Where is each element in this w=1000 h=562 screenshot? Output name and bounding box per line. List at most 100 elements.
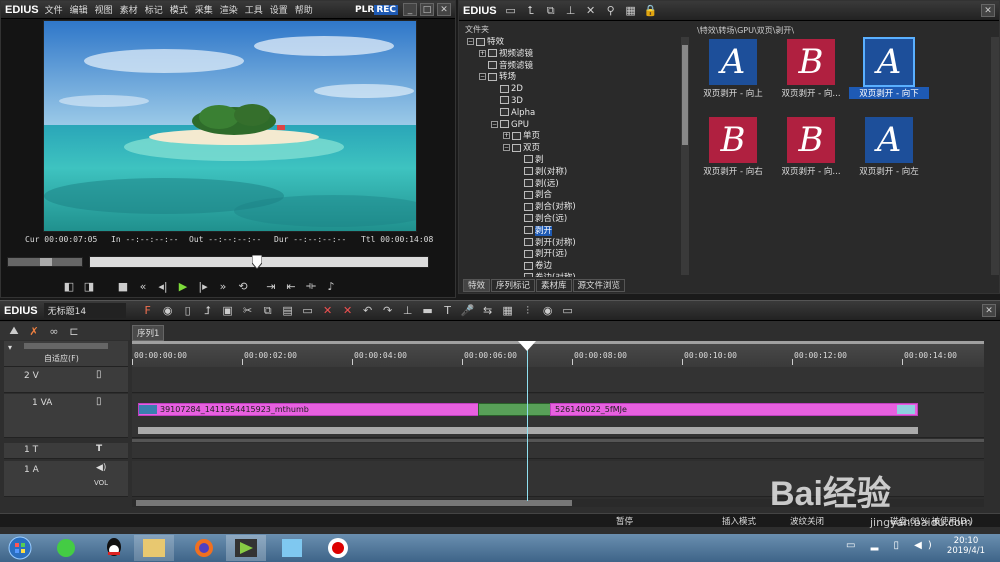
firefox-icon[interactable] (184, 535, 224, 561)
tree-item[interactable]: Alpha (465, 108, 687, 120)
tree-item[interactable]: 3D (465, 96, 687, 108)
effects-tab[interactable]: 序列标记 (491, 279, 536, 292)
tree-item[interactable]: − 转场 (465, 72, 687, 84)
view-icon[interactable]: ▦ (623, 4, 639, 18)
minimize-button[interactable]: _ (403, 3, 417, 16)
split-icon[interactable]: ⊥ (400, 304, 416, 318)
render-icon[interactable]: ◉ (540, 304, 556, 318)
effect-label[interactable]: 双页剥开 - 向... (771, 87, 851, 99)
tray-icons[interactable]: ▭ ▂ ▯ ◀) (846, 540, 938, 551)
expand-icon[interactable]: + (503, 132, 510, 140)
effect-label[interactable]: 双页剥开 - 向左 (849, 165, 929, 177)
explorer-icon[interactable] (134, 535, 174, 561)
track-v2[interactable] (132, 367, 984, 393)
shuttle-slider[interactable] (7, 257, 83, 267)
effect-thumbnail[interactable]: B (787, 117, 835, 163)
tree-item[interactable]: 剥(对称) (465, 167, 687, 179)
playhead[interactable] (527, 341, 528, 501)
effect-thumbnail[interactable]: A (709, 39, 757, 85)
track-t1[interactable] (132, 443, 984, 459)
rec-label[interactable]: REC (374, 4, 398, 15)
tree-item[interactable]: + 视频滤镜 (465, 49, 687, 61)
effects-close-button[interactable]: ✕ (981, 4, 995, 17)
effect-label[interactable]: 双页剥开 - 向... (771, 165, 851, 177)
tree-item[interactable]: 音频滤镜 (465, 61, 687, 73)
expand-icon[interactable]: − (491, 120, 498, 128)
open-icon[interactable]: ⮥ (200, 304, 216, 318)
effect-label[interactable]: 双页剥开 - 向上 (693, 87, 773, 99)
auto-mode[interactable]: 自适应(F) (44, 353, 79, 364)
app-360-icon[interactable] (46, 535, 86, 561)
track-head-va1[interactable]: 1 VA ▯ (4, 394, 128, 438)
tree-item[interactable]: − 双页 (465, 143, 687, 155)
delete-icon[interactable]: ✕ (583, 4, 599, 18)
tree-item[interactable]: 剥合(远) (465, 214, 687, 226)
transition[interactable] (478, 403, 552, 416)
tree-item[interactable]: 剥合 (465, 190, 687, 202)
start-button[interactable] (0, 535, 40, 561)
snap-icon[interactable]: ⊏ (66, 324, 82, 338)
effect-label[interactable]: 双页剥开 - 向下 (849, 87, 929, 99)
ripple-icon[interactable]: ⛰ (6, 324, 22, 338)
delete-clip-icon[interactable]: ✕ (320, 304, 336, 318)
sequence-tab[interactable]: 序列1 (132, 325, 165, 341)
scrub-handle[interactable] (251, 254, 263, 270)
lock-icon[interactable]: 🔒 (643, 4, 659, 18)
zoom-slider[interactable] (24, 343, 108, 349)
expand-icon[interactable]: − (479, 73, 486, 81)
multicam-icon[interactable]: ▦ (500, 304, 516, 318)
menu-item[interactable]: 标记 (145, 3, 163, 16)
effect-thumbnail[interactable]: A (863, 37, 915, 87)
tree-item[interactable]: 剥开(对称) (465, 238, 687, 250)
fast-forward-icon[interactable]: » (215, 279, 231, 293)
video-clip-1[interactable]: 39107284_1411954415923_mthumb (138, 403, 492, 416)
loop-icon[interactable]: ⟲ (235, 279, 251, 293)
close-button[interactable]: ✕ (437, 3, 451, 16)
mixer-icon[interactable]: ⫶ (520, 304, 536, 318)
tree-item[interactable]: 剥 (465, 155, 687, 167)
new-icon[interactable]: ▯ (180, 304, 196, 318)
paste-icon[interactable]: ▤ (280, 304, 296, 318)
timeline-close-button[interactable]: ✕ (982, 304, 996, 317)
expand-icon[interactable]: − (467, 38, 474, 45)
undo-icon[interactable]: ↶ (360, 304, 376, 318)
menu-item[interactable]: 文件 (45, 3, 63, 16)
tree-item[interactable]: 剥合(对称) (465, 202, 687, 214)
sequence-icon[interactable]: F (140, 304, 156, 318)
tree-item[interactable]: 2D (465, 84, 687, 96)
timeline-ruler[interactable]: 00:00:00:00 00:00:02:00 00:00:04:00 00:00:0… (132, 341, 984, 367)
edius-task-icon[interactable] (226, 535, 266, 561)
step-back-icon[interactable]: ◂| (155, 279, 171, 293)
tree-item[interactable]: − 特效 (465, 37, 687, 49)
folder-icon[interactable]: ▭ (503, 4, 519, 18)
plr-label[interactable]: PLR (355, 5, 374, 15)
group-icon[interactable]: ▭ (300, 304, 316, 318)
rewind-icon[interactable]: « (135, 279, 151, 293)
tree-scrollbar[interactable] (681, 37, 689, 275)
record-icon[interactable] (318, 535, 358, 561)
insert-icon[interactable]: ⇥ (263, 279, 279, 293)
save-icon[interactable]: ▣ (220, 304, 236, 318)
play-icon[interactable]: ▶ (175, 279, 191, 293)
effects-tab[interactable]: 特效 (463, 279, 491, 292)
menu-item[interactable]: 素材 (120, 3, 138, 16)
qq-icon[interactable] (94, 535, 134, 561)
items-scrollbar[interactable] (991, 37, 999, 275)
copy-icon[interactable]: ⧉ (543, 4, 559, 18)
menu-item[interactable]: 工具 (245, 3, 263, 16)
title-icon[interactable]: T (440, 304, 456, 318)
export-icon[interactable]: ⇆ (480, 304, 496, 318)
marker-icon[interactable]: ▬ (420, 304, 436, 318)
scrub-bar[interactable] (89, 254, 429, 270)
link-icon[interactable]: ∞ (46, 324, 62, 338)
app-blue-icon[interactable] (272, 535, 312, 561)
expand-icon[interactable]: + (479, 49, 486, 57)
effect-thumbnail[interactable]: B (787, 39, 835, 85)
cut-icon[interactable]: ✂ (240, 304, 256, 318)
track-va1[interactable]: 39107284_1411954415923_mthumb 526140022_… (132, 394, 984, 438)
overwrite-icon[interactable]: ⇤ (283, 279, 299, 293)
tree-item[interactable]: 剥(远) (465, 179, 687, 191)
maximize-button[interactable]: □ (420, 3, 434, 16)
layout-icon[interactable]: ▭ (560, 304, 576, 318)
step-forward-icon[interactable]: |▸ (195, 279, 211, 293)
